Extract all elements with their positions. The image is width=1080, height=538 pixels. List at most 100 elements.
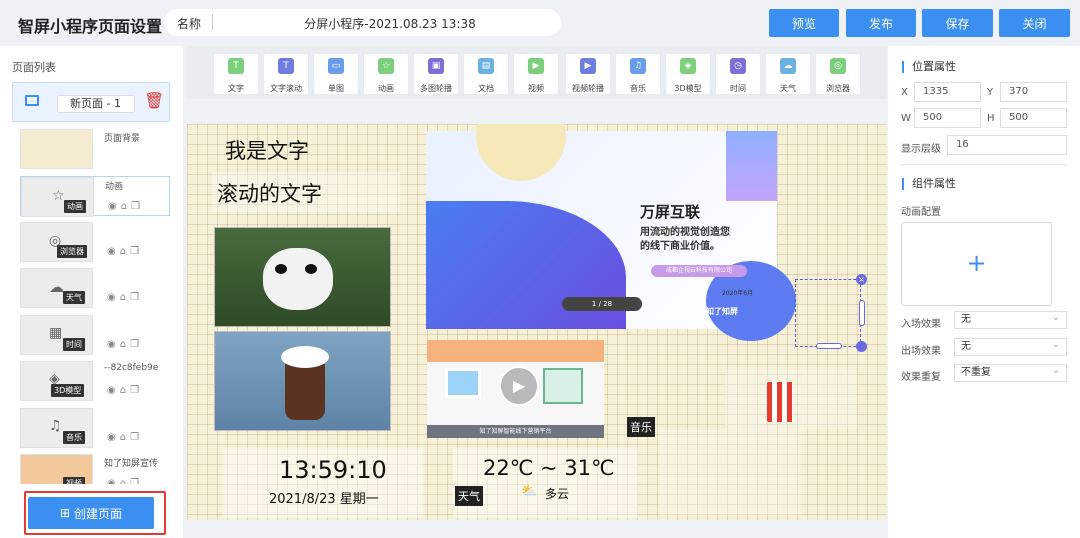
y-input[interactable]: 370 xyxy=(1000,82,1067,102)
tool-button[interactable]: ▶ 视频轮播 xyxy=(566,54,610,94)
music-component-tag[interactable]: 音乐 xyxy=(627,417,655,437)
layer-item-video[interactable]: 视频 知了知屏宣传 ◉⌂❐ xyxy=(20,454,170,484)
layer-thumb: ☁ 天气 xyxy=(20,268,93,308)
layer-item-browser[interactable]: ◎ 浏览器 ◉⌂❐ xyxy=(20,222,170,262)
trash-icon[interactable]: 🗑 xyxy=(144,91,164,110)
scroll-text-component[interactable]: 滚动的文字 xyxy=(212,172,400,212)
layer-name: 页面背景 xyxy=(104,134,141,144)
w-input[interactable]: 500 xyxy=(914,108,981,128)
save-button[interactable]: 保存 xyxy=(922,9,993,37)
layer-actions[interactable]: ◉⌂❐ xyxy=(107,339,143,350)
tool-label: 文档 xyxy=(478,84,494,93)
carousel-pager[interactable]: 1 / 28 xyxy=(562,297,642,311)
coffee-image[interactable] xyxy=(214,331,391,431)
browser-area[interactable] xyxy=(659,429,801,515)
tool-button[interactable]: T 文字滚动 xyxy=(264,54,308,94)
position-section-title: 位置属性 xyxy=(902,61,956,73)
carousel-component[interactable]: 万屏互联 用流动的视觉创造您 的线下商业价值。 成都企视云科技有限公司 2020… xyxy=(426,124,796,341)
scroll-handle[interactable] xyxy=(816,343,842,349)
panda-eye xyxy=(305,264,317,274)
layer-item-background[interactable]: 页面背景 xyxy=(20,129,170,169)
tool-icon: ◈ xyxy=(680,58,696,74)
tool-button[interactable]: ♫ 音乐 xyxy=(616,54,660,94)
banner-line2: 的线下商业价值。 xyxy=(640,241,720,252)
layer-actions[interactable]: ◉⌂❐ xyxy=(107,292,143,303)
exit-effect-select[interactable]: 无 xyxy=(954,337,1067,356)
close-button[interactable]: 关闭 xyxy=(999,9,1070,37)
plus-box-icon: ⊞ xyxy=(59,506,71,520)
publish-button[interactable]: 发布 xyxy=(846,9,916,37)
tool-button[interactable]: ◎ 浏览器 xyxy=(816,54,860,94)
layer-input[interactable]: 16 xyxy=(947,135,1067,155)
popcorn-model xyxy=(767,382,793,422)
animation-config-label: 动画配置 xyxy=(901,207,941,218)
layer-item-weather[interactable]: ☁ 天气 ◉⌂❐ xyxy=(20,268,170,308)
layer-item-music[interactable]: ♫ 音乐 ◉⌂❐ xyxy=(20,408,170,448)
tool-button[interactable]: ◈ 3D模型 xyxy=(666,54,710,94)
x-label: X xyxy=(901,87,908,98)
time-component[interactable]: 13:59:10 2021/8/23 星期一 xyxy=(223,448,423,518)
tool-button[interactable]: T 文字 xyxy=(214,54,258,94)
cloud-sun-icon: ⛅ xyxy=(521,484,538,499)
layer-actions[interactable]: ◉⌂❐ xyxy=(107,478,143,484)
layer-item-3d-model[interactable]: ◈ 3D模型 --82c8feb9e ◉⌂❐ xyxy=(20,361,170,401)
coffee-cream xyxy=(281,346,329,368)
add-animation-button[interactable]: + xyxy=(901,222,1052,306)
banner-company: 成都企视云科技有限公司 xyxy=(651,265,747,277)
tool-icon: ♫ xyxy=(630,58,646,74)
resize-handle[interactable] xyxy=(856,341,867,352)
create-page-button[interactable]: ⊞ 创建页面 xyxy=(28,497,154,529)
preview-button[interactable]: 预览 xyxy=(769,9,839,37)
text-component[interactable]: 我是文字 xyxy=(225,135,309,165)
tool-icon: ▣ xyxy=(428,58,444,74)
selected-animation-frame[interactable]: × xyxy=(795,274,867,352)
layer-tag: 天气 xyxy=(63,291,85,304)
tool-button[interactable]: ▶ 视频 xyxy=(514,54,558,94)
name-value[interactable]: 分屏小程序-2021.08.23 13:38 xyxy=(230,15,550,32)
design-canvas[interactable]: 我是文字 滚动的文字 万屏互联 用流动的视觉创造您 的线下商业价值。 成都企视云… xyxy=(187,124,887,520)
exit-effect-label: 出场效果 xyxy=(901,346,941,357)
layer-item-time[interactable]: ▦ 时间 ◉⌂❐ xyxy=(20,315,170,355)
layer-item-animation[interactable]: ☆ 动画 动画 ◉⌂❐ xyxy=(20,176,170,217)
banner-line1: 用流动的视觉创造您 xyxy=(640,227,730,238)
weather-component[interactable]: 22℃ ~ 31℃ ⛅ 多云 xyxy=(453,448,638,518)
close-icon[interactable]: × xyxy=(856,274,867,285)
play-icon[interactable]: ▶ xyxy=(499,366,539,406)
x-input[interactable]: 1335 xyxy=(914,82,981,102)
tool-button[interactable]: ▤ 文档 xyxy=(464,54,508,94)
tool-label: 视频轮播 xyxy=(572,84,604,93)
layer-name: --82c8feb9e xyxy=(104,363,159,373)
scroll-handle[interactable] xyxy=(859,300,865,326)
layer-actions[interactable]: ◉⌂❐ xyxy=(107,432,143,443)
music-icon: ♫ xyxy=(49,418,62,434)
layer-thumb: ▦ 时间 xyxy=(20,315,93,355)
page-name-input[interactable]: 新页面 - 1 xyxy=(57,95,135,113)
time-value: 13:59:10 xyxy=(279,456,387,484)
tool-button[interactable]: ◷ 时间 xyxy=(716,54,760,94)
tool-button[interactable]: ☆ 动画 xyxy=(364,54,408,94)
layer-actions[interactable]: ◉⌂❐ xyxy=(108,201,144,212)
banner-date: 2020年6月 xyxy=(722,290,754,297)
tool-icon: ◷ xyxy=(730,58,746,74)
tool-button[interactable]: ☁ 天气 xyxy=(766,54,810,94)
h-input[interactable]: 500 xyxy=(1000,108,1067,128)
effect-repeat-label: 效果重复 xyxy=(901,372,941,383)
tool-button[interactable]: ▭ 单图 xyxy=(314,54,358,94)
banner-corner xyxy=(726,131,777,201)
layer-thumb xyxy=(20,129,93,169)
enter-effect-select[interactable]: 无 xyxy=(954,310,1067,329)
layer-tag: 3D模型 xyxy=(51,384,85,397)
tool-button[interactable]: ▣ 多图轮播 xyxy=(414,54,458,94)
coffee-cup xyxy=(285,362,325,420)
name-separator xyxy=(212,14,213,30)
panda-body xyxy=(263,248,333,310)
weather-component-tag[interactable]: 天气 xyxy=(455,486,483,506)
layer-actions[interactable]: ◉⌂❐ xyxy=(107,385,143,396)
calendar-icon: ▦ xyxy=(49,325,63,341)
layer-actions[interactable]: ◉⌂❐ xyxy=(107,246,143,257)
panda-image[interactable] xyxy=(214,227,391,327)
tool-icon: ☆ xyxy=(378,58,394,74)
page-item-current[interactable]: 新页面 - 1 🗑 xyxy=(12,82,170,122)
effect-repeat-select[interactable]: 不重复 xyxy=(954,363,1067,382)
video-component[interactable]: ▶ 知了知屏智能线下营销平台 xyxy=(427,340,604,438)
